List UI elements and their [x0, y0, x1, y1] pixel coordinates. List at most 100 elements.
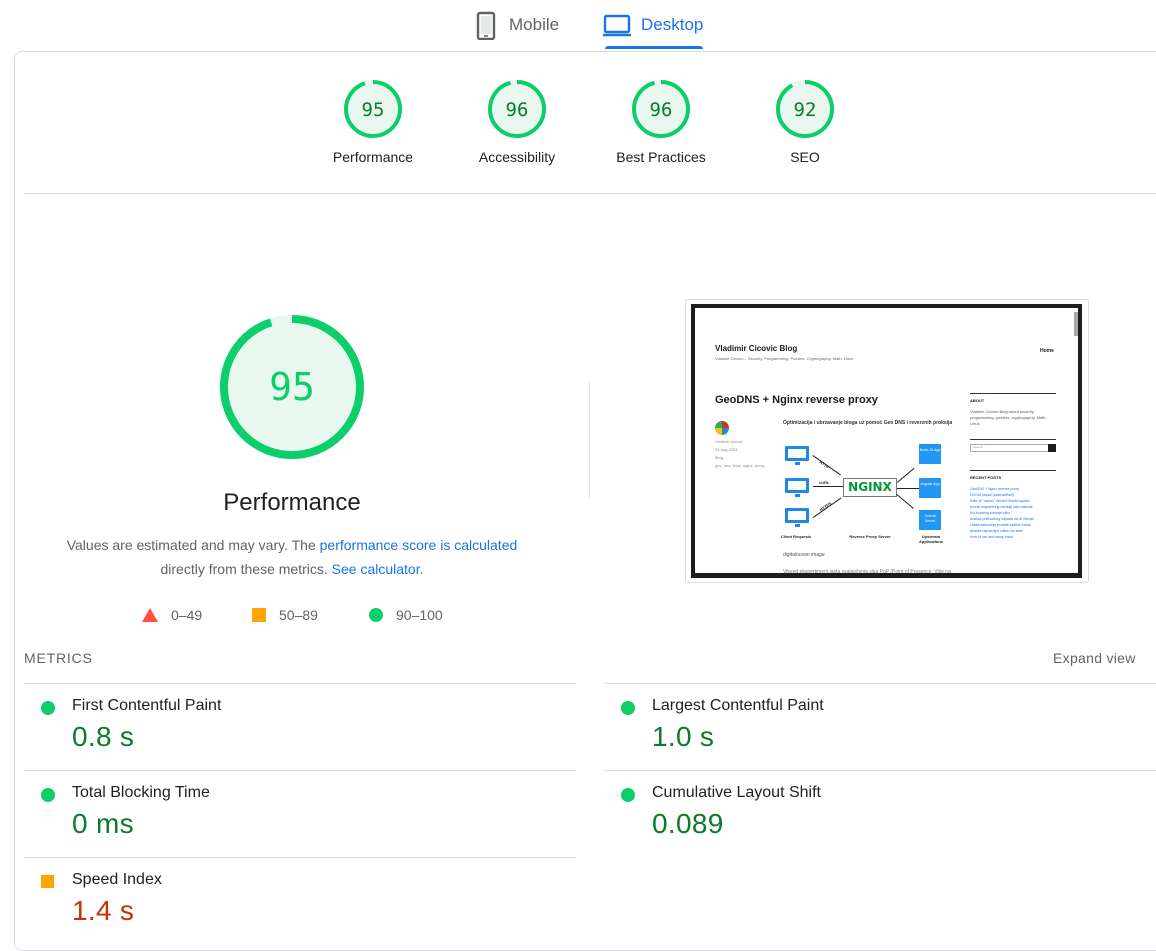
diagram-line — [897, 488, 919, 489]
pass-circle-icon — [621, 701, 635, 715]
nginx-diagram: HTTP cURL HTTPS NGINX Node.JS App Angula… — [779, 440, 959, 546]
metric-name: Largest Contentful Paint — [652, 697, 824, 714]
metrics-header: METRICS — [24, 650, 93, 666]
desc-text: Values are estimated and may vary. The — [66, 537, 320, 553]
metric-fcp: First Contentful Paint 0.8 s — [24, 683, 576, 771]
metric-value: 0.089 — [652, 808, 724, 839]
performance-score: 95 — [269, 365, 315, 409]
see-calculator-link[interactable]: See calculator. — [332, 561, 424, 577]
tab-mobile[interactable]: Mobile — [473, 0, 559, 50]
screenshot-scrollbar — [1074, 312, 1078, 336]
phone-icon — [476, 11, 496, 40]
score-calculated-link[interactable]: performance score is calculated — [320, 537, 518, 553]
diagram-line — [896, 494, 914, 509]
gauge-ring: 96 — [632, 80, 690, 138]
gauge-seo[interactable]: 92 SEO — [745, 79, 865, 165]
blog-nav-home: Home — [1040, 348, 1054, 354]
metric-value: 0 ms — [72, 808, 134, 839]
pass-circle-icon — [41, 788, 55, 802]
tab-desktop-label: Desktop — [641, 15, 704, 34]
pass-circle-icon — [41, 701, 55, 715]
metric-name: Total Blocking Time — [72, 784, 210, 801]
nginx-logo: NGINX — [843, 478, 897, 497]
performance-description: Values are estimated and may vary. The p… — [42, 533, 542, 581]
expand-view-button[interactable]: Expand view — [1053, 650, 1136, 666]
app-node: Node.JS App — [919, 444, 941, 464]
tab-desktop[interactable]: Desktop — [603, 0, 704, 50]
gauge-performance[interactable]: 95 Performance — [313, 79, 433, 165]
blog-title: Vladimir Cicovic Blog — [715, 344, 798, 353]
search-icon — [1048, 444, 1056, 452]
gauge-label: Accessibility — [478, 149, 556, 165]
sidebar-rule — [970, 393, 1056, 394]
tab-active-indicator — [605, 46, 704, 49]
fail-triangle-icon — [142, 608, 158, 622]
app-angular: Angular App — [919, 478, 941, 498]
label-curl: cURL — [819, 480, 830, 485]
label-http: HTTP — [818, 459, 830, 470]
gauge-ring: 96 — [488, 80, 546, 138]
label-upstream: Upstream Applications — [918, 534, 943, 544]
sidebar-recent-head: RECENT POSTS — [970, 475, 1002, 480]
post-meta-line: Vladimir cicovic — [715, 439, 743, 444]
sidebar-search: Search … — [970, 444, 1056, 452]
metric-value: 1.0 s — [652, 721, 715, 752]
metric-lcp: Largest Contentful Paint 1.0 s — [604, 683, 1156, 771]
performance-gauge: 95 — [220, 315, 364, 459]
pass-circle-icon — [621, 788, 635, 802]
legend-pass: 90–100 — [369, 605, 443, 625]
monitor-icon — [785, 446, 809, 465]
performance-title: Performance — [223, 489, 361, 516]
app-tomcat: Tomcat Server — [919, 510, 941, 530]
gauge-score: 96 — [650, 99, 673, 121]
metric-name: Cumulative Layout Shift — [652, 784, 821, 801]
sidebar-search-placeholder: Search … — [973, 445, 987, 449]
sidebar-about-head: ABOUT — [970, 398, 985, 403]
diagram-line — [897, 467, 915, 483]
legend-average: 50–89 — [252, 605, 318, 625]
category-gauges: 95 Performance 96 Accessibility 96 Best … — [24, 51, 1156, 194]
gauge-score: 92 — [794, 99, 817, 121]
metric-cls: Cumulative Layout Shift 0.089 — [604, 770, 1156, 858]
average-square-icon — [41, 875, 54, 888]
legend-pass-label: 90–100 — [396, 607, 443, 623]
gauge-ring: 92 — [776, 80, 834, 138]
gauge-label: SEO — [790, 149, 820, 165]
pass-circle-icon — [369, 608, 383, 622]
author-avatar — [715, 421, 729, 435]
final-screenshot[interactable]: Vladimir Cicovic Blog Vladimir Cicovic –… — [685, 299, 1089, 583]
metric-name: First Contentful Paint — [72, 697, 222, 714]
label-clients: Client Requests — [780, 534, 812, 539]
diagram-line — [813, 486, 843, 487]
post-meta-line: Blog — [715, 455, 724, 460]
legend-average-label: 50–89 — [279, 607, 318, 623]
gauge-label: Performance — [332, 149, 414, 165]
post-meta-line: 23 Aug 2024 — [715, 447, 738, 452]
post-subtitle: Optimizacija i ubrzavanje bloga uz pomoć… — [783, 420, 953, 426]
laptop-icon — [603, 14, 631, 37]
recent-post: How to use and setup tricks — [970, 535, 1013, 539]
average-square-icon — [252, 608, 266, 622]
label-https: HTTPS — [818, 500, 833, 513]
divider — [589, 382, 590, 498]
post-meta-line: geo, dns, linux, nginx, proxy — [715, 463, 765, 468]
gauge-best-practices[interactable]: 96 Best Practices — [601, 79, 721, 165]
gauge-score: 95 — [362, 99, 385, 121]
blog-sidebar: ABOUT Vladimir Cicovic Blog about securi… — [970, 393, 1056, 540]
tab-mobile-label: Mobile — [509, 15, 560, 34]
monitor-icon — [785, 508, 809, 527]
image-caption: digitalocean image — [783, 552, 825, 558]
metric-value: 0.8 s — [72, 721, 135, 752]
monitor-icon — [785, 478, 809, 497]
sidebar-rule — [970, 470, 1056, 471]
label-proxy: Reverse Proxy Server — [849, 534, 891, 539]
post-meta: Vladimir cicovic 23 Aug 2024 Blog geo, d… — [715, 438, 765, 470]
screenshot-frame: Vladimir Cicovic Blog Vladimir Cicovic –… — [691, 304, 1082, 578]
gauge-accessibility[interactable]: 96 Accessibility — [457, 79, 577, 165]
metric-tbt: Total Blocking Time 0 ms — [24, 770, 576, 858]
legend-fail-label: 0–49 — [171, 607, 203, 623]
gauge-ring: 95 — [344, 80, 402, 138]
gauge-score: 96 — [506, 99, 529, 121]
metric-name: Speed Index — [72, 871, 162, 888]
device-tabs: Mobile Desktop — [0, 0, 1156, 50]
